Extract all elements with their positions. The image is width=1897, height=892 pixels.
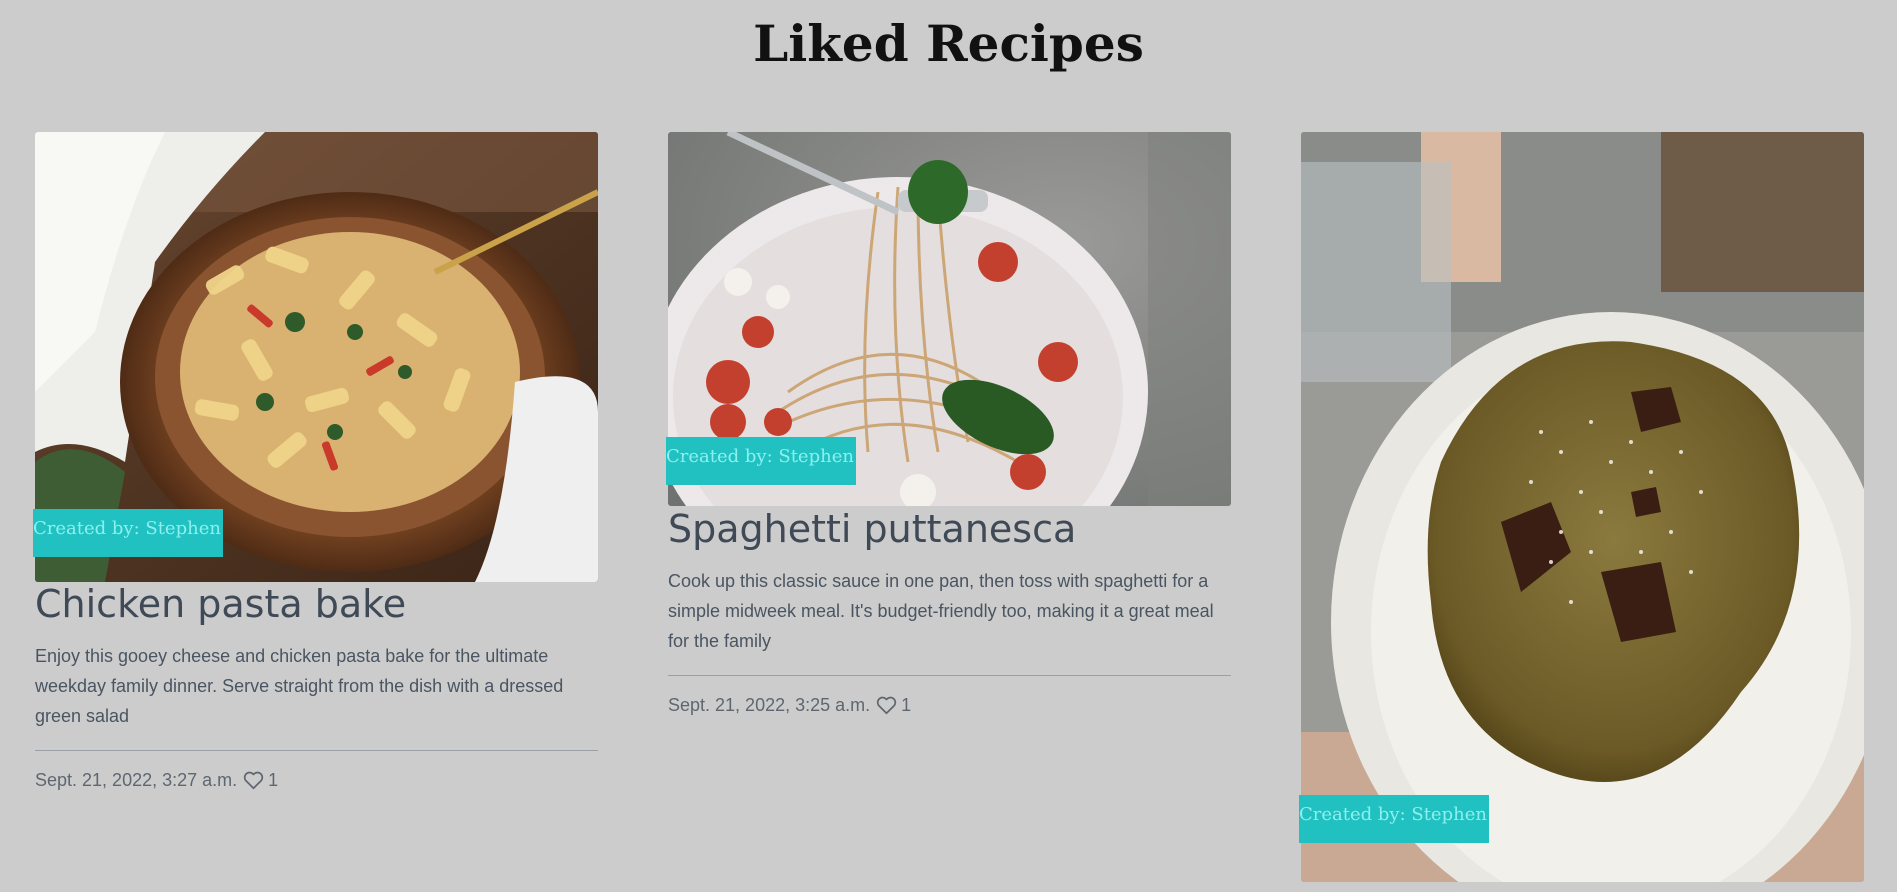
- card-divider: [668, 675, 1231, 676]
- recipe-card-pancake[interactable]: Created by: Stephen: [1299, 132, 1864, 882]
- recipe-meta: Sept. 21, 2022, 3:27 a.m. 1: [35, 770, 278, 791]
- recipe-date: Sept. 21, 2022, 3:25 a.m.: [668, 695, 871, 715]
- heart-outline-icon[interactable]: [243, 771, 264, 790]
- recipe-title[interactable]: Chicken pasta bake: [35, 582, 406, 626]
- like-count: 1: [268, 770, 279, 790]
- like-count: 1: [901, 695, 912, 715]
- recipe-meta: Sept. 21, 2022, 3:25 a.m. 1: [668, 695, 911, 716]
- page-title: Liked Recipes: [753, 14, 1144, 73]
- recipe-card-chicken-pasta-bake[interactable]: Created by: Stephen Chicken pasta bake E…: [33, 132, 598, 812]
- recipe-title[interactable]: Spaghetti puttanesca: [668, 507, 1076, 551]
- creator-badge[interactable]: Created by: Stephen: [33, 509, 223, 557]
- recipe-card-spaghetti-puttanesca[interactable]: Created by: Stephen Spaghetti puttanesca…: [666, 132, 1231, 732]
- recipe-description: Enjoy this gooey cheese and chicken past…: [35, 646, 564, 726]
- card-divider: [35, 750, 598, 751]
- recipe-date: Sept. 21, 2022, 3:27 a.m.: [35, 770, 238, 790]
- recipe-description: Cook up this classic sauce in one pan, t…: [668, 571, 1214, 651]
- recipe-image[interactable]: [1301, 132, 1864, 882]
- pancake-photo: [1301, 132, 1864, 882]
- creator-badge[interactable]: Created by: Stephen: [1299, 795, 1489, 843]
- heart-outline-icon[interactable]: [876, 696, 897, 715]
- creator-badge[interactable]: Created by: Stephen: [666, 437, 856, 485]
